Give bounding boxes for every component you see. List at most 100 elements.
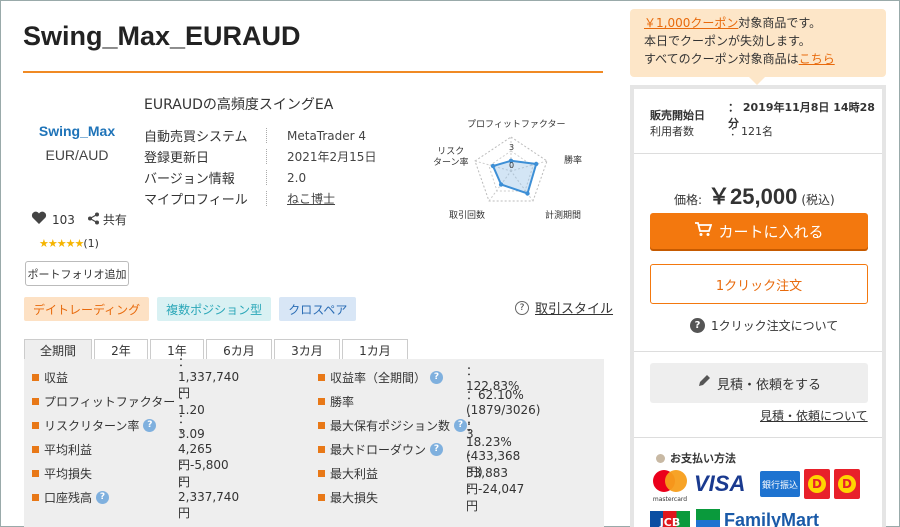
purchase-panel: 販売開始日： 2019年11月8日 14時28分 利用者数 ：121名 価格: ￥…: [630, 85, 886, 527]
payment-methods-title: お支払い方法: [656, 450, 736, 466]
page-title: Swing_Max_EURAUD: [23, 21, 301, 51]
coupon-line3: すべてのクーポン対象商品は: [644, 52, 799, 66]
radar-point: [490, 163, 496, 169]
tab-1m[interactable]: 1カ月: [342, 339, 408, 360]
estimate-request-button[interactable]: 見積・依頼をする: [650, 363, 868, 403]
radar-tick-3: 3: [509, 143, 515, 152]
convenience-store-logo-1: D: [804, 469, 830, 499]
bullet-icon: [318, 469, 325, 477]
coupon-amount-link[interactable]: ￥1,000クーポン: [644, 16, 738, 30]
tag-cross-pair[interactable]: クロスペア: [279, 297, 357, 321]
price-amount: ￥25,000: [708, 184, 798, 209]
stats-panel: 収益 ：1,337,740円 プロフィットファクター ：1.20 リスクリターン率? ：3…: [24, 355, 604, 527]
bullet-icon: [32, 421, 39, 429]
coupon-here-link[interactable]: こちら: [799, 52, 835, 66]
stats-left-column: 収益 ：1,337,740円 プロフィットファクター ：1.20 リスクリターン率? ：3…: [32, 355, 239, 520]
radar-label-left-line1: リスク: [437, 147, 465, 157]
info-row: 登録更新日 2021年2月15日: [144, 146, 376, 167]
logo-line2: EUR/AUD: [45, 147, 109, 163]
help-icon: ?: [515, 300, 529, 315]
tab-2y[interactable]: 2年: [94, 339, 148, 360]
profile-link[interactable]: ねこ博士: [287, 190, 335, 207]
share-icon[interactable]: [87, 212, 100, 228]
users-label: 利用者数: [650, 125, 694, 138]
help-icon[interactable]: ?: [96, 490, 110, 504]
info-separator: [266, 170, 267, 185]
review-count: (1): [83, 237, 99, 250]
info-separator: [266, 128, 267, 143]
familymart-mark: [696, 509, 720, 527]
coupon-line1: 対象商品です。: [738, 16, 822, 30]
one-click-about-label: 1クリック注文について: [711, 319, 839, 333]
product-subtitle: EURAUDの高頻度スイングEA: [144, 97, 334, 113]
info-value: MetaTrader 4: [287, 128, 367, 143]
cart-icon: [694, 221, 713, 241]
stat-row: 口座残高? ：2,337,740円: [32, 475, 239, 520]
estimate-about-link[interactable]: 見積・依頼について: [760, 407, 868, 424]
help-icon[interactable]: ?: [143, 418, 157, 432]
stat-row: 最大損失 ：-24,047円: [318, 482, 524, 513]
radar-label-top: プロフィットファクター: [467, 120, 566, 130]
rating[interactable]: ★★★★★(1): [39, 237, 99, 250]
bullet-icon: [318, 397, 325, 405]
stat-label: 収益: [44, 370, 69, 385]
add-to-cart-button[interactable]: カートに入れる: [650, 213, 868, 249]
one-click-order-button[interactable]: 1クリック注文: [650, 264, 868, 304]
portfolio-add-button[interactable]: ポートフォリオ追加: [25, 261, 129, 286]
familymart-logo: FamilyMart: [696, 509, 819, 527]
like-count: 103: [52, 212, 75, 227]
stat-value: ：2,337,740円: [178, 475, 240, 520]
info-row: 自動売買システム MetaTrader 4: [144, 125, 376, 146]
trading-style-link[interactable]: ? 取引スタイル: [515, 298, 613, 317]
stat-label: 最大損失: [330, 490, 379, 505]
tab-all[interactable]: 全期間: [24, 339, 92, 360]
users-value: ：121名: [730, 125, 773, 138]
stat-row: プロフィットファクター ：1.20: [32, 388, 205, 417]
stat-label: 平均利益: [44, 442, 93, 457]
bullet-icon: [318, 421, 325, 429]
coupon-arrow: [749, 77, 765, 85]
stat-row: 最大ドローダウン? ：18.23% (433,368円): [318, 420, 520, 479]
stat-row: 収益率（全期間）? ：122.83%: [318, 364, 519, 393]
info-key: マイプロフィール: [144, 193, 248, 208]
one-click-about-link[interactable]: ? 1クリック注文について: [690, 317, 838, 334]
title-divider: [23, 71, 603, 73]
tag-multi-position[interactable]: 複数ポジション型: [157, 297, 272, 321]
radar-label-left: リスク ターン率: [433, 147, 469, 169]
trading-style-label: 取引スタイル: [535, 302, 614, 317]
familymart-label: FamilyMart: [724, 509, 820, 527]
stat-row: 勝率 ：62.10% (1879/3026): [318, 388, 540, 417]
stat-row: 最大保有ポジション数? ：3: [318, 412, 478, 441]
radar-label-right: 勝率: [564, 156, 583, 166]
bullet-icon: [656, 453, 665, 463]
product-logo: Swing_Max EUR/AUD: [36, 123, 118, 163]
help-icon[interactable]: ?: [430, 442, 444, 456]
convenience-store-logo-2: D: [834, 469, 860, 499]
bullet-icon: [32, 469, 39, 477]
radar-series: [491, 159, 538, 195]
bullet-icon: [32, 373, 39, 381]
stat-label: 最大利益: [330, 466, 379, 481]
bullet-icon: [318, 493, 325, 501]
pen-icon: [697, 374, 711, 392]
tag-day-trading[interactable]: デイトレーディング: [24, 297, 150, 321]
info-value: 2.0: [287, 170, 307, 185]
coupon-notice: ￥1,000クーポン対象商品です。 本日でクーポンが失効します。 すべてのクーポ…: [630, 9, 886, 77]
sale-info: 販売開始日： 2019年11月8日 14時28分 利用者数 ：121名: [650, 101, 882, 139]
add-to-cart-label: カートに入れる: [718, 222, 824, 241]
bullet-icon: [318, 373, 325, 381]
radar-label-left-line2: ターン率: [433, 158, 469, 168]
visa-logo: VISA: [694, 471, 746, 496]
share-button[interactable]: 共有: [103, 211, 127, 228]
radar-point: [525, 191, 530, 196]
tab-3m[interactable]: 3カ月: [274, 339, 340, 360]
info-key: 自動売買システム: [144, 130, 248, 145]
payment-methods-label: お支払い方法: [670, 452, 736, 465]
bullet-icon: [318, 445, 325, 453]
heart-icon[interactable]: [31, 211, 47, 228]
price-label: 価格:: [674, 193, 703, 207]
bullet-icon: [32, 445, 39, 453]
help-icon[interactable]: ?: [430, 370, 444, 384]
stat-value: ：-24,047円: [466, 482, 525, 513]
price-tax: (税込): [801, 193, 835, 207]
